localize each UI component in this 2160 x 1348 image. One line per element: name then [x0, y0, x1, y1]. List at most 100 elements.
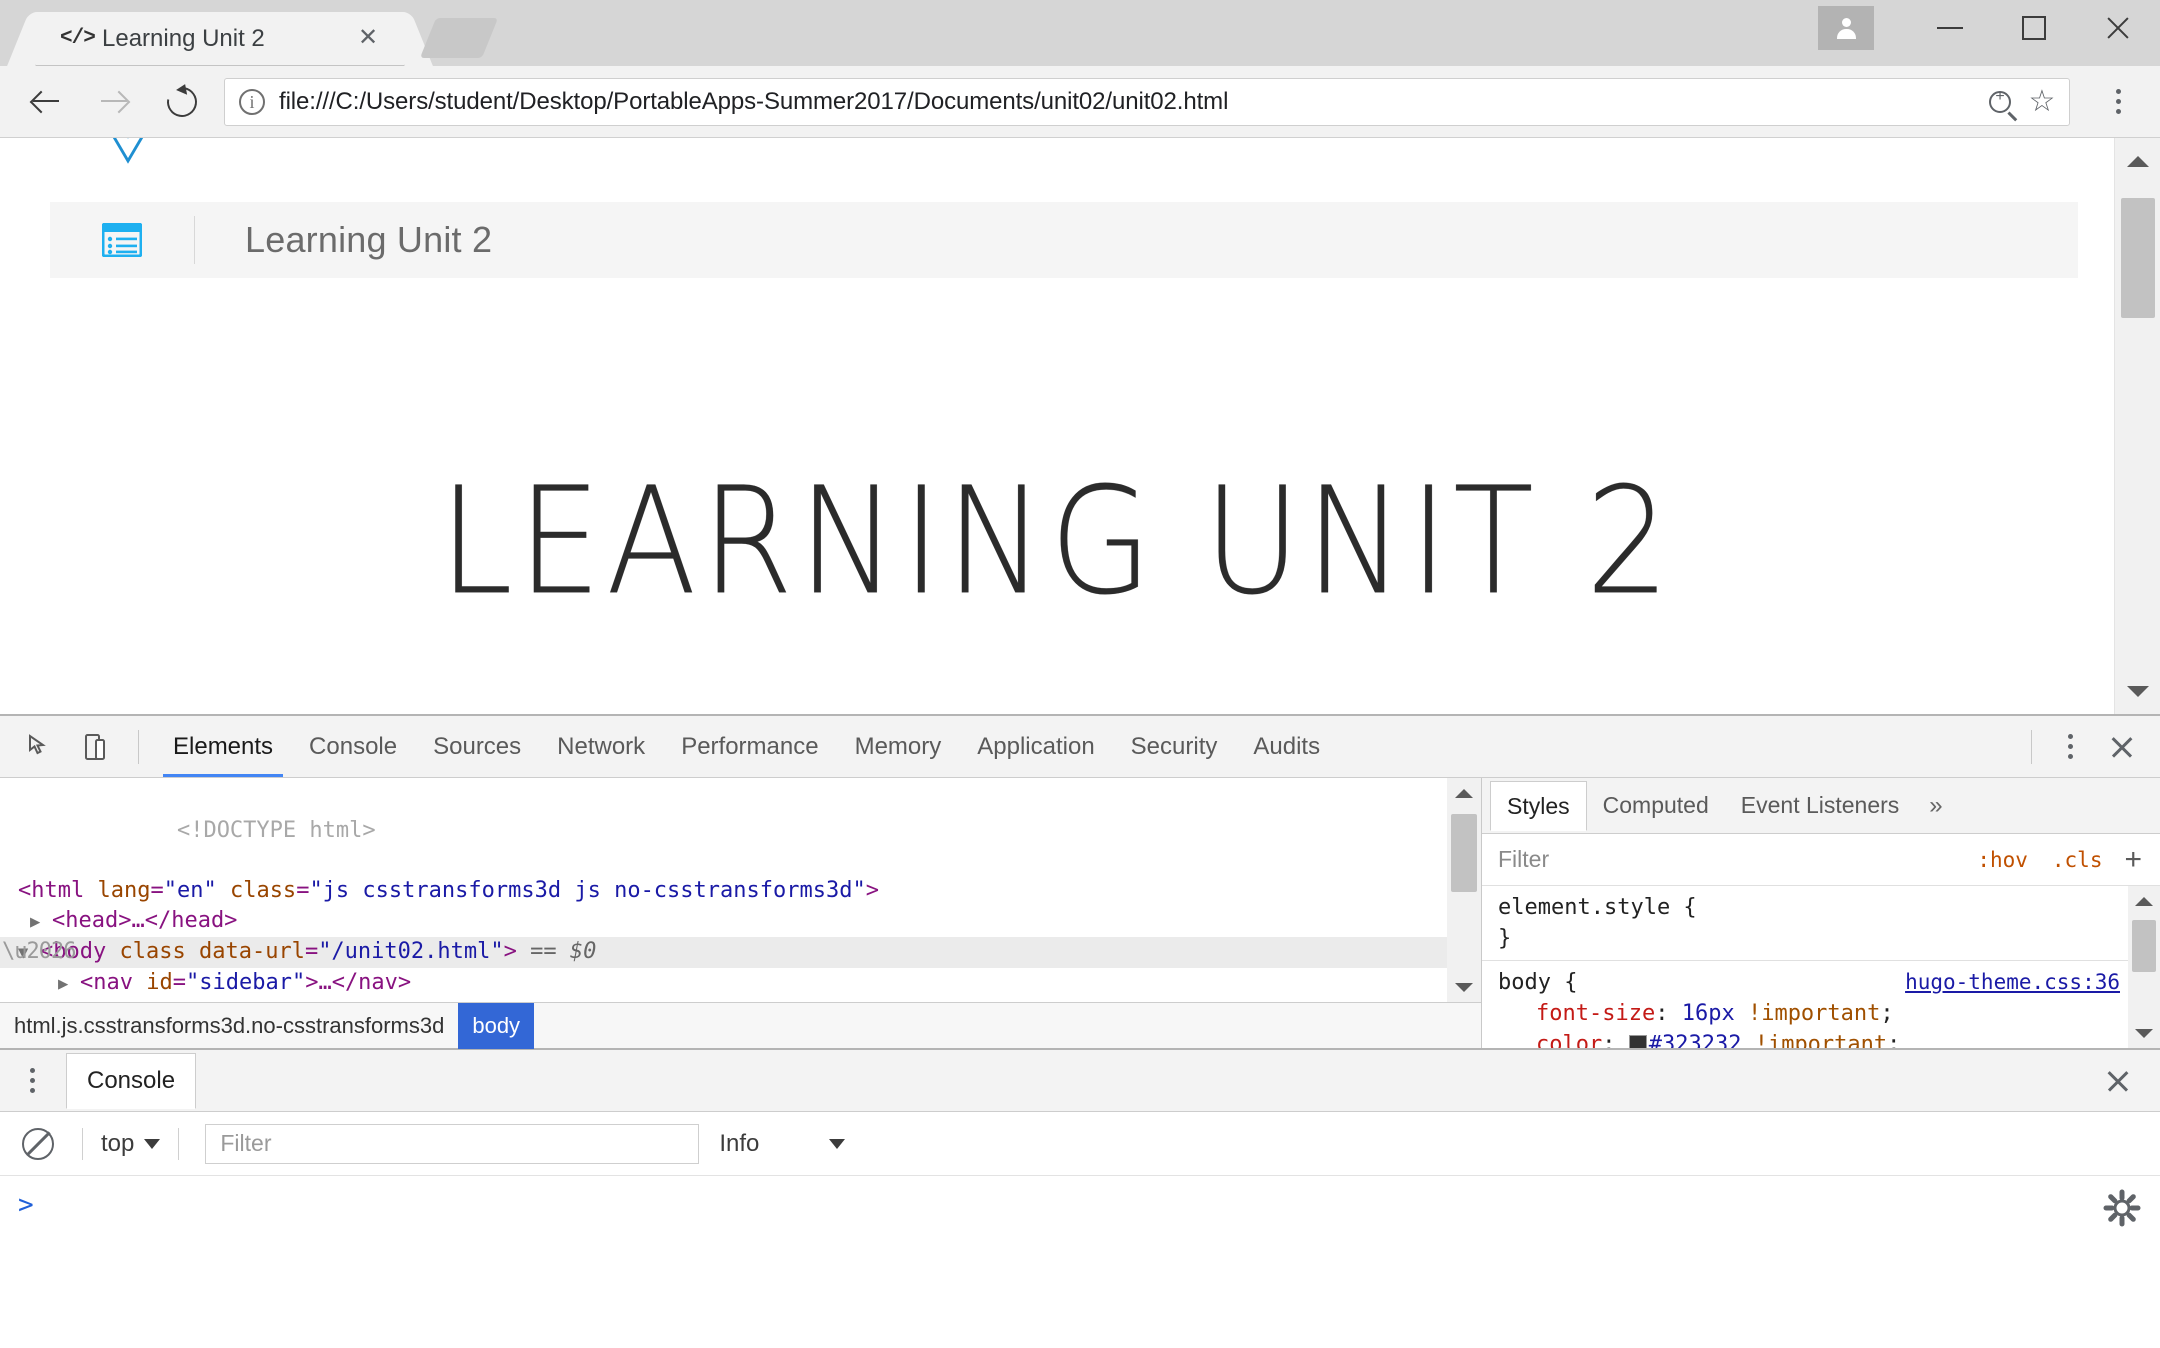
tab-network[interactable]: Network: [539, 717, 663, 777]
browser-tab[interactable]: </> Learning Unit 2 ✕: [36, 12, 404, 66]
back-button[interactable]: [18, 74, 74, 130]
dom-line-nav[interactable]: <nav id="sidebar">…</nav>: [0, 968, 1481, 999]
page-header-bar: Learning Unit 2: [50, 202, 2078, 278]
tab-sources[interactable]: Sources: [415, 717, 539, 777]
forward-button[interactable]: [86, 74, 142, 130]
more-tabs-icon[interactable]: »: [1915, 792, 1956, 820]
css-property-name[interactable]: font-size: [1536, 1001, 1655, 1026]
breadcrumb-item-body[interactable]: body: [458, 1002, 535, 1049]
close-devtools-button[interactable]: [2094, 723, 2150, 771]
rule-selector[interactable]: body {: [1498, 967, 1577, 998]
devtools-menu-button[interactable]: [2046, 723, 2094, 771]
dom-scroll-down-button[interactable]: [1447, 972, 1481, 1002]
tab-audits[interactable]: Audits: [1235, 717, 1338, 777]
new-tab-button[interactable]: [419, 18, 499, 58]
rule-selector[interactable]: element.style {: [1498, 892, 1697, 923]
css-declaration-font-size[interactable]: font-size: 16px !important;: [1498, 998, 2146, 1029]
tab-console[interactable]: Console: [291, 717, 415, 777]
dom-line-section[interactable]: <section id="body">…</section>: [0, 999, 1481, 1002]
toolbar-divider: [82, 1127, 83, 1160]
css-property-value[interactable]: #323232: [1649, 1032, 1742, 1048]
styles-scrollbar-thumb[interactable]: [2132, 920, 2156, 972]
body-tag-close: >: [503, 939, 517, 964]
css-property-name[interactable]: color: [1536, 1032, 1602, 1048]
tab-event-listeners[interactable]: Event Listeners: [1725, 784, 1916, 828]
close-drawer-button[interactable]: [2092, 1057, 2144, 1105]
style-rule-element-style[interactable]: element.style { }: [1482, 886, 2160, 961]
stylesheet-source-link[interactable]: hugo-theme.css:36: [1905, 967, 2146, 998]
css-declaration-color[interactable]: color: #323232 !important;: [1498, 1029, 2146, 1048]
scroll-up-button[interactable]: [2115, 138, 2160, 184]
dom-line-html[interactable]: <html lang="en" class="js csstransforms3…: [0, 876, 1481, 906]
tab-styles[interactable]: Styles: [1490, 781, 1587, 831]
page-info-icon[interactable]: [239, 88, 265, 115]
dom-line-body[interactable]: \u2026<body class data-url="/unit02.html…: [0, 937, 1481, 968]
maximize-button[interactable]: [1992, 0, 2076, 56]
address-bar[interactable]: file:///C:/Users/student/Desktop/Portabl…: [224, 77, 2070, 126]
drawer-menu-button[interactable]: [6, 1055, 58, 1107]
tab-application[interactable]: Application: [959, 717, 1112, 777]
execution-context-select[interactable]: top: [95, 1130, 166, 1158]
console-settings-icon[interactable]: [2100, 1186, 2144, 1230]
cls-toggle-button[interactable]: .cls: [2040, 848, 2115, 872]
log-level-select[interactable]: Info: [719, 1130, 846, 1158]
window-controls: [1818, 0, 2160, 56]
inspect-element-icon[interactable]: [14, 720, 68, 774]
nav-tag-open: <nav: [80, 970, 147, 995]
bookmark-button[interactable]: ☆: [2021, 81, 2063, 123]
tab-security[interactable]: Security: [1113, 717, 1236, 777]
zoom-button[interactable]: [1979, 81, 2021, 123]
twisty-collapsed-icon[interactable]: [58, 1000, 80, 1002]
dom-scroll-up-button[interactable]: [1447, 778, 1481, 808]
scroll-down-button[interactable]: [2115, 668, 2160, 714]
twisty-collapsed-icon[interactable]: [58, 969, 80, 999]
clear-console-icon[interactable]: [22, 1127, 54, 1160]
styles-filter-input[interactable]: Filter: [1498, 846, 1965, 873]
tab-memory[interactable]: Memory: [837, 717, 960, 777]
close-icon: [2104, 14, 2132, 42]
url-text[interactable]: file:///C:/Users/student/Desktop/Portabl…: [279, 88, 1979, 116]
tab-performance[interactable]: Performance: [663, 717, 836, 777]
menu-list-icon[interactable]: [102, 223, 142, 257]
console-filter-input[interactable]: Filter: [205, 1123, 700, 1164]
minimize-button[interactable]: [1908, 0, 1992, 56]
page-vertical-scrollbar[interactable]: [2114, 138, 2160, 714]
breadcrumb-item-html[interactable]: html.js.csstransforms3d.no-csstransforms…: [0, 1003, 458, 1049]
devtools-panel: Elements Console Sources Network Perform…: [0, 714, 2160, 1348]
styles-rules-list[interactable]: element.style { } body { hugo-theme.css:…: [1482, 886, 2160, 1048]
drawer-tab-console[interactable]: Console: [66, 1053, 197, 1109]
styles-scroll-down-button[interactable]: [2127, 1018, 2160, 1048]
page-hero-title: LEARNING UNIT 2: [439, 455, 1675, 629]
new-style-rule-button[interactable]: +: [2114, 843, 2152, 877]
section-tag-rest: >…</section>: [318, 1001, 477, 1002]
device-toolbar-icon[interactable]: [68, 720, 122, 774]
scrollbar-thumb[interactable]: [2121, 198, 2155, 318]
color-swatch-icon[interactable]: [1628, 1035, 1647, 1048]
close-icon: [2105, 1068, 2131, 1094]
hov-toggle-button[interactable]: :hov: [1965, 848, 2040, 872]
toolbar-divider: [178, 1127, 180, 1160]
style-rule-body[interactable]: body { hugo-theme.css:36 font-size: 16px…: [1482, 961, 2160, 1048]
dom-tree-scrollbar[interactable]: [1447, 778, 1481, 1002]
body-attr-class: class: [119, 939, 199, 964]
close-window-button[interactable]: [2076, 0, 2160, 56]
dom-line-doctype[interactable]: <!DOCTYPE html>: [0, 786, 1481, 876]
twisty-collapsed-icon[interactable]: [30, 907, 52, 937]
dom-tree[interactable]: <!DOCTYPE html> <html lang="en" class="j…: [0, 778, 1481, 1002]
tab-close-icon[interactable]: ✕: [354, 25, 382, 53]
tab-computed[interactable]: Computed: [1587, 784, 1725, 828]
dom-scrollbar-thumb[interactable]: [1451, 814, 1477, 892]
kebab-dot: [2115, 99, 2121, 104]
profile-avatar-button[interactable]: [1818, 6, 1874, 50]
html-attr-class: class: [229, 878, 297, 903]
styles-scroll-up-button[interactable]: [2127, 886, 2160, 916]
html-attr-lang-value: "en": [163, 878, 217, 903]
console-output[interactable]: >: [0, 1176, 2160, 1348]
css-property-value[interactable]: 16px: [1682, 1001, 1735, 1026]
reload-button[interactable]: [154, 74, 210, 130]
dom-line-head[interactable]: <head>…</head>: [0, 906, 1481, 937]
section-attr-id-value: "body": [239, 1001, 318, 1002]
tab-elements[interactable]: Elements: [155, 717, 291, 777]
chrome-menu-button[interactable]: [2092, 76, 2144, 128]
styles-scrollbar[interactable]: [2128, 886, 2160, 1048]
